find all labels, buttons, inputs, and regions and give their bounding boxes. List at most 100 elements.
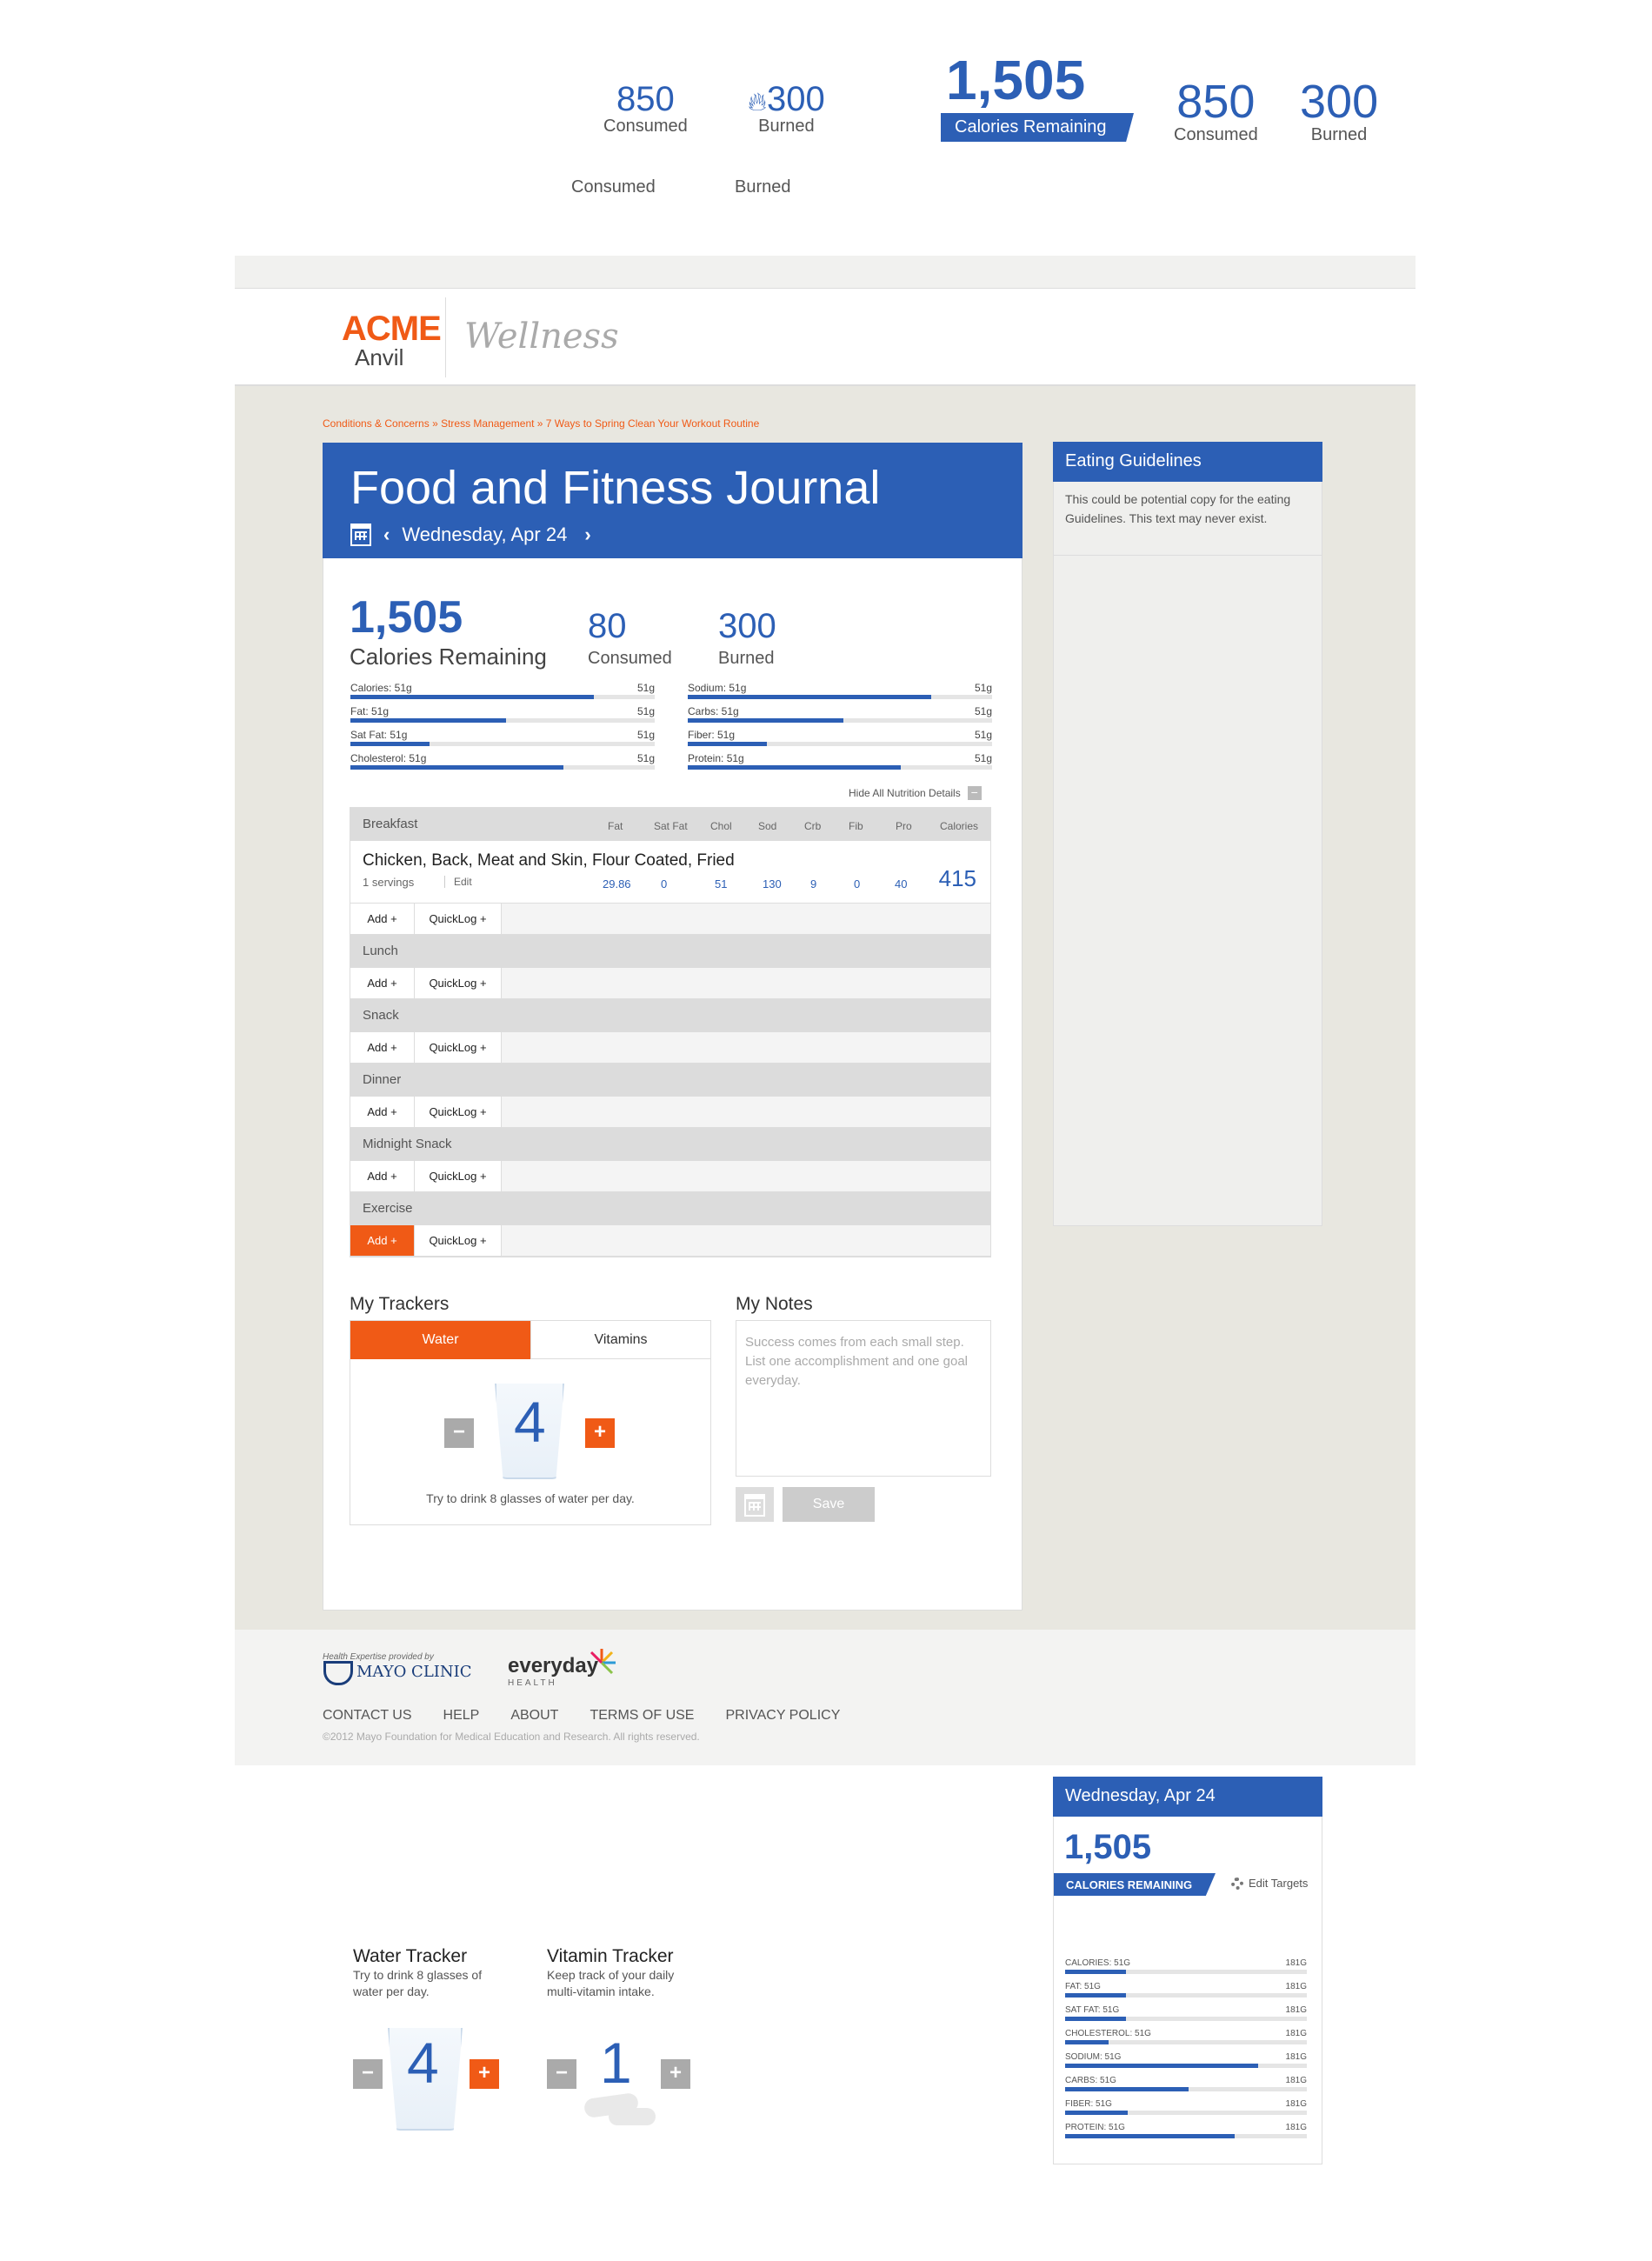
footer-link[interactable]: ABOUT	[510, 1708, 558, 1724]
vitamin-tracker-plus-button[interactable]: +	[661, 2059, 690, 2089]
tab-vitamins[interactable]: Vitamins	[530, 1321, 710, 1359]
nutrition-bar-fill	[688, 742, 767, 746]
meal-header: Breakfast Fat Sat Fat Chol Sod Crb Fib Pro Calor…	[350, 808, 990, 841]
meal-name: Dinner	[363, 1072, 402, 1087]
everyday-health-sub: HEALTH	[508, 1678, 557, 1688]
acme-logo[interactable]: ACME	[342, 310, 442, 349]
footer-link[interactable]: CONTACT US	[323, 1708, 412, 1724]
nutrient-value: 40	[895, 877, 908, 890]
consumed-stat: 80 Consumed	[588, 609, 672, 668]
edit-targets-link[interactable]: Edit Targets	[1231, 1877, 1308, 1890]
nutrition-bar-track	[350, 718, 655, 723]
food-name[interactable]: Chicken, Back, Meat and Skin, Flour Coat…	[363, 851, 735, 870]
water-tracker-plus-button[interactable]: +	[470, 2059, 499, 2089]
quicklog-button[interactable]: QuickLog +	[415, 904, 502, 934]
water-tracker-title: Water Tracker	[353, 1946, 468, 1966]
footer-links: CONTACT US HELP ABOUT TERMS OF USE PRIVACY P…	[323, 1708, 840, 1724]
save-button[interactable]: Save	[783, 1487, 875, 1522]
nutrient-value: 0	[854, 877, 861, 890]
add-button[interactable]: Add +	[350, 968, 415, 998]
column-header: Sat Fat	[654, 820, 688, 832]
add-button[interactable]: Add +	[350, 1161, 415, 1191]
vitamin-tracker-desc: Keep track of your daily multi-vitamin i…	[547, 1968, 675, 1998]
meal-actions: Add + QuickLog +	[350, 904, 990, 935]
column-header: Fib	[849, 820, 863, 832]
water-tracker-minus-button[interactable]: −	[353, 2059, 383, 2089]
footer-link[interactable]: TERMS OF USE	[590, 1708, 694, 1724]
nutrition-bar-fill	[1065, 1970, 1126, 1974]
nutrition-bar-label: CALORIES: 51G	[1065, 1958, 1131, 1968]
burned-value-c: 300	[1300, 76, 1379, 128]
quicklog-button[interactable]: QuickLog +	[415, 1225, 502, 1256]
nutrition-bar-label: SODIUM: 51G	[1065, 2052, 1122, 2062]
nutrition-bar-track	[1065, 2087, 1307, 2091]
nutrition-bar-label: Sat Fat: 51g	[350, 729, 408, 741]
nutrition-bar-track	[350, 695, 655, 699]
quicklog-button[interactable]: QuickLog +	[415, 1161, 502, 1191]
widget-date: Wednesday, Apr 24	[1053, 1777, 1322, 1817]
nutrition-bar-track	[688, 695, 992, 699]
vitamin-tracker-minus-button[interactable]: −	[547, 2059, 576, 2089]
chevron-right-icon[interactable]: ›	[584, 524, 590, 546]
quicklog-button[interactable]: QuickLog +	[415, 1032, 502, 1063]
calendar-icon[interactable]	[350, 524, 371, 546]
nutrition-bar-label: Protein: 51g	[688, 752, 744, 764]
meal-actions: Add + QuickLog +	[350, 1161, 990, 1192]
footer-link[interactable]: HELP	[443, 1708, 480, 1724]
nutrition-bar-track	[350, 765, 655, 770]
pill-icon	[609, 2108, 656, 2125]
nutrition-bar-fill	[1065, 2134, 1235, 2138]
add-button[interactable]: Add +	[350, 904, 415, 934]
water-plus-button[interactable]: +	[585, 1418, 615, 1448]
meal-name: Lunch	[363, 944, 398, 958]
nutrition-bar-label: Carbs: 51g	[688, 705, 739, 717]
meal-header: Snack	[350, 999, 990, 1032]
water-tracker-widget: Water Tracker Try to drink 8 glasses of …	[353, 1946, 510, 2000]
nutrition-bar-fill	[688, 695, 931, 699]
consumed-value: 80	[588, 607, 627, 645]
vitamin-tracker-widget: Vitamin Tracker Keep track of your daily…	[547, 1946, 703, 2000]
nutrition-bar-label: FAT: 51G	[1065, 1982, 1101, 1991]
nutrition-bar-fill	[350, 718, 506, 723]
nutrition-bar-fill	[350, 765, 563, 770]
water-count: 4	[514, 1390, 546, 1454]
nutrition-bar-fill	[350, 695, 594, 699]
quicklog-button[interactable]: QuickLog +	[415, 968, 502, 998]
mayo-clinic-logo[interactable]: MAYO CLINIC	[356, 1663, 472, 1681]
nutrition-bar-track	[688, 718, 992, 723]
food-row[interactable]: Chicken, Back, Meat and Skin, Flour Coat…	[350, 841, 990, 904]
water-tracker-desc: Try to drink 8 glasses of water per day.	[353, 1968, 483, 1998]
add-button[interactable]: Add +	[350, 1097, 415, 1127]
nutrition-bar-track	[1065, 1970, 1307, 1974]
tab-water[interactable]: Water	[350, 1321, 530, 1359]
nutrient-value: 130	[763, 877, 782, 890]
nutrition-bar-value: 51g	[974, 705, 992, 717]
notes-textarea[interactable]: Success comes from each small step. List…	[736, 1320, 991, 1477]
quicklog-button[interactable]: QuickLog +	[415, 1097, 502, 1127]
nutrition-bar-label: PROTEIN: 51G	[1065, 2123, 1125, 2132]
nutrition-bar-value: 181G	[1285, 1958, 1307, 1968]
add-button[interactable]: Add +	[350, 1225, 415, 1256]
meal-header: Exercise	[350, 1192, 990, 1225]
edit-link[interactable]: Edit	[444, 876, 472, 888]
calendar-icon	[744, 1494, 765, 1517]
nutrition-bar-value: 51g	[636, 752, 655, 764]
consumed-label: Consumed	[588, 649, 672, 668]
meal-actions: Add + QuickLog +	[350, 1097, 990, 1128]
nutrient-value: 29.86	[603, 877, 631, 890]
nutrition-bar-track	[1065, 2040, 1307, 2044]
add-button[interactable]: Add +	[350, 1032, 415, 1063]
chevron-left-icon[interactable]: ‹	[383, 524, 390, 546]
breadcrumb[interactable]: Conditions & Concerns » Stress Managemen…	[323, 417, 759, 430]
footer	[235, 1630, 1416, 1765]
wellness-logo[interactable]: Wellness	[464, 317, 619, 357]
notes-calendar-button[interactable]	[736, 1487, 774, 1522]
water-minus-button[interactable]: −	[444, 1418, 474, 1448]
eating-guidelines-copy: This could be potential copy for the eat…	[1065, 492, 1291, 525]
logo-divider	[445, 297, 446, 377]
footer-link[interactable]: PRIVACY POLICY	[725, 1708, 840, 1724]
nutrient-value: 9	[810, 877, 817, 890]
hide-nutrition-details[interactable]: Hide All Nutrition Details −	[849, 786, 982, 800]
collapse-icon[interactable]: −	[967, 786, 982, 800]
trackers-panel: Water Vitamins − 4 + Try to drink 8 glas…	[350, 1320, 711, 1525]
